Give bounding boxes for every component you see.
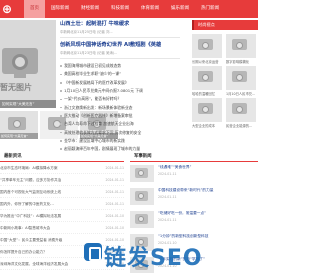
bullet-icon <box>60 81 62 84</box>
watermark-text: 链发SEO <box>104 246 203 271</box>
news-item[interactable]: 台湾人均寿命下过程育 加速航天企业出海 <box>60 120 180 128</box>
bullet-icon <box>60 98 62 101</box>
news-item[interactable]: 金华市：建设区域中心城市的新实践 <box>60 137 180 145</box>
item-title[interactable]: “1分钟”的新型科技创新型科技 <box>158 234 254 239</box>
section-title: 最新资讯 <box>4 154 22 159</box>
thumbnail[interactable] <box>130 211 154 228</box>
top-navigation-bar: ⊕网 首页 国际新闻 财经新闻 科技新闻 体育新闻 娱乐新闻 热门新闻 <box>0 0 258 34</box>
nav-item-sports[interactable]: 体育新闻 <box>135 0 165 18</box>
gallery-label[interactable]: 哈哈的温暖回忆 <box>192 91 224 96</box>
news-item[interactable]: 浙江文旅焕新出发：新场景新体验新业态 <box>60 103 180 111</box>
main-nav: 首页 国际新闻 财经新闻 科技新闻 体育新闻 娱乐新闻 热门新闻 <box>24 0 225 18</box>
bullet-icon <box>60 73 62 76</box>
hero-caption[interactable]: 如何实现“大美无言” <box>0 100 56 108</box>
gallery-image[interactable] <box>192 66 222 90</box>
news-item[interactable]: 一架“代价高昂”，能否有好转吗？ <box>60 95 180 103</box>
item-date: 2024-01-11 <box>158 172 177 176</box>
news-item[interactable]: 我国海绵城市建设已初见成效态势 <box>60 62 180 70</box>
nav-item-hot[interactable]: 热门新闻 <box>195 0 225 18</box>
divider <box>60 58 180 59</box>
news-item[interactable]: 高效处理的长效方式要求下沉 历次修复的安全 <box>60 128 180 136</box>
gallery-image[interactable] <box>192 98 222 122</box>
camera-icon <box>198 103 213 114</box>
item-title[interactable]: 中国科技建设带来“新时代”的力量 <box>158 188 254 193</box>
list-item[interactable]: “吃储好吃一份，常温要一点” 2024-01-11 <box>130 208 258 231</box>
camera-icon <box>135 191 148 201</box>
section-header: 军事新闻 <box>130 152 258 162</box>
bullet-icon <box>60 148 62 150</box>
image-placeholder-text: 暂无图片 <box>0 83 32 92</box>
thumbnail-caption: 如何实现“大美无言” <box>0 133 38 139</box>
bullet-icon <box>60 140 62 142</box>
gallery-label[interactable]: 长期以来北京运营 <box>192 59 224 64</box>
news-item[interactable]: 1月10日人民币兑美元中间价报7.0801元 下调 <box>60 87 180 95</box>
bullet-icon <box>60 65 62 67</box>
section-title: 军事新闻 <box>134 154 152 159</box>
sidebar-gallery: 时尚视点 长期以来北京运营 数字影响模糊化 哈哈的温暖回忆 1月10日人民币兑.… <box>192 20 258 130</box>
site-logo[interactable]: ⊕网 <box>0 0 24 34</box>
gallery-image[interactable] <box>226 34 256 58</box>
nav-item-home[interactable]: 首页 <box>24 0 45 18</box>
gallery-grid: 长期以来北京运营 数字影响模糊化 哈哈的温暖回忆 1月10日人民币兑... 大型… <box>192 30 258 130</box>
bullet-icon <box>60 123 62 126</box>
nav-item-international[interactable]: 国际新闻 <box>45 0 75 18</box>
camera-icon <box>8 117 26 130</box>
gallery-label[interactable]: 数字影响模糊化 <box>226 59 258 64</box>
bullet-icon <box>60 106 62 109</box>
watermark-logo-icon <box>84 243 102 261</box>
gallery-label[interactable]: 大型企业的成本 <box>192 123 224 128</box>
section-header: 最新资讯 <box>0 152 124 162</box>
nav-item-tech[interactable]: 科技新闻 <box>105 0 135 18</box>
news-item[interactable]: 美国高校毕业生求职“缺少的一课” <box>60 70 180 78</box>
news-item[interactable]: 医大推动《创新医疗器械》新增备案审批 <box>60 112 180 120</box>
camera-icon <box>135 168 148 178</box>
headline-summary: 中新网北京11月23日电 (记者 吴涛)... <box>60 51 118 55</box>
thumbnail[interactable]: 如何实现“大美无言” <box>0 111 38 139</box>
gallery-label[interactable]: 1月10日人民币兑... <box>226 91 258 96</box>
camera-icon <box>198 71 213 82</box>
headline-link[interactable]: 山西土壮：起制混打 牛味缓求 <box>60 20 180 27</box>
item-title[interactable]: “线遇难”“美食世界” <box>158 165 254 170</box>
list-item[interactable]: 中新网小故事：AI智慧城市大会 2024-01-10 <box>0 222 124 234</box>
news-list: 我国海绵城市建设已初见成效态势 美国高校毕业生求职“缺少的一课” 《中国新发展格… <box>60 62 180 153</box>
bullet-icon <box>60 115 62 117</box>
bullet-icon <box>60 90 62 92</box>
camera-icon <box>2 48 38 78</box>
hero-image[interactable]: 暂无图片 如何实现“大美无言” <box>0 20 56 108</box>
list-item[interactable]: “线遇难”“美食世界” 2024-01-11 <box>130 162 258 185</box>
item-title[interactable]: “吃储好吃一份，常温要一点” <box>158 211 254 216</box>
sidebar-title: 时尚视点 <box>192 20 258 30</box>
list-item[interactable]: 中国科技建设带来“新时代”的力量 2024-01-11 <box>130 185 258 208</box>
camera-icon <box>232 71 247 82</box>
headline-summary: 中新网北京11月25日电 (记者 刘... <box>60 30 113 34</box>
item-date: 2024-01-11 <box>158 218 177 222</box>
gallery-image[interactable] <box>192 34 222 58</box>
thumbnail[interactable] <box>130 188 154 205</box>
camera-icon <box>198 39 213 50</box>
nav-item-finance[interactable]: 财经新闻 <box>75 0 105 18</box>
headline-link[interactable]: 创新风现中国神话奇幻世界 AI敷短剧《英雄 <box>60 41 180 48</box>
headline-column: 山西土壮：起制混打 牛味缓求 中新网北京11月25日电 (记者 刘... 创新风… <box>60 20 180 153</box>
list-item[interactable]: “共享单车无主”问题，应多方协作共治 2024-01-11 <box>0 174 124 186</box>
nav-item-entertainment[interactable]: 娱乐新闻 <box>165 0 195 18</box>
list-item[interactable]: 国内首个可视化大气监测互动系统上线 2024-01-11 <box>0 186 124 198</box>
divider <box>60 37 180 38</box>
camera-icon <box>232 103 247 114</box>
list-item[interactable]: 北京市生态环境局：AI模拟降水方案 2024-01-11 <box>0 162 124 174</box>
gallery-label[interactable]: 民营企业能源的... <box>226 123 258 128</box>
gallery-image[interactable] <box>226 66 256 90</box>
list-item[interactable]: 国内外，你所了解的中医药文化... 2024-01-11 <box>0 198 124 210</box>
thumbnail[interactable] <box>130 165 154 182</box>
bullet-icon <box>60 131 62 134</box>
item-date: 2024-01-11 <box>158 195 177 199</box>
camera-icon <box>135 214 148 224</box>
gallery-image[interactable] <box>226 98 256 122</box>
list-item[interactable]: 华为推出“中广科技”：AI模拟玩法发展 2024-01-10 <box>0 210 124 222</box>
camera-icon <box>232 39 247 50</box>
news-item[interactable]: 《中国新发展格局下的医疗改革发展》 <box>60 79 180 87</box>
